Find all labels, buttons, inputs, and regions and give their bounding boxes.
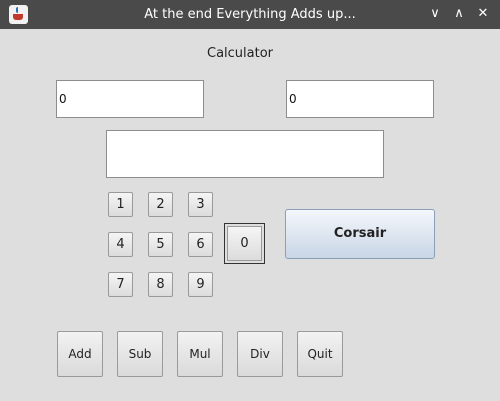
digit-button-5[interactable]: 5 (148, 232, 173, 257)
digit-button-0-focus-ring: 0 (224, 223, 265, 264)
calculator-heading: Calculator (207, 46, 274, 61)
minimize-icon[interactable]: ∨ (426, 5, 444, 23)
digit-button-1[interactable]: 1 (108, 192, 133, 217)
right-operand-field[interactable]: 0 (286, 80, 434, 118)
digit-button-0[interactable]: 0 (227, 226, 262, 261)
add-button[interactable]: Add (57, 331, 103, 377)
div-button[interactable]: Div (237, 331, 283, 377)
corsair-button[interactable]: Corsair (285, 209, 435, 259)
sub-button[interactable]: Sub (117, 331, 163, 377)
result-field[interactable] (106, 130, 384, 178)
maximize-icon[interactable]: ∧ (450, 5, 468, 23)
digit-button-2[interactable]: 2 (148, 192, 173, 217)
title-bar[interactable]: At the end Everything Adds up... ∨ ∧ ✕ (0, 0, 500, 29)
close-icon[interactable]: ✕ (474, 5, 492, 23)
calculator-window: At the end Everything Adds up... ∨ ∧ ✕ C… (0, 0, 500, 401)
left-operand-field[interactable]: 0 (56, 80, 204, 118)
window-title: At the end Everything Adds up... (144, 7, 356, 22)
digit-button-8[interactable]: 8 (148, 272, 173, 297)
digit-button-6[interactable]: 6 (188, 232, 213, 257)
digit-button-9[interactable]: 9 (188, 272, 213, 297)
digit-button-7[interactable]: 7 (108, 272, 133, 297)
quit-button[interactable]: Quit (297, 331, 343, 377)
digit-button-3[interactable]: 3 (188, 192, 213, 217)
mul-button[interactable]: Mul (177, 331, 223, 377)
digit-button-4[interactable]: 4 (108, 232, 133, 257)
